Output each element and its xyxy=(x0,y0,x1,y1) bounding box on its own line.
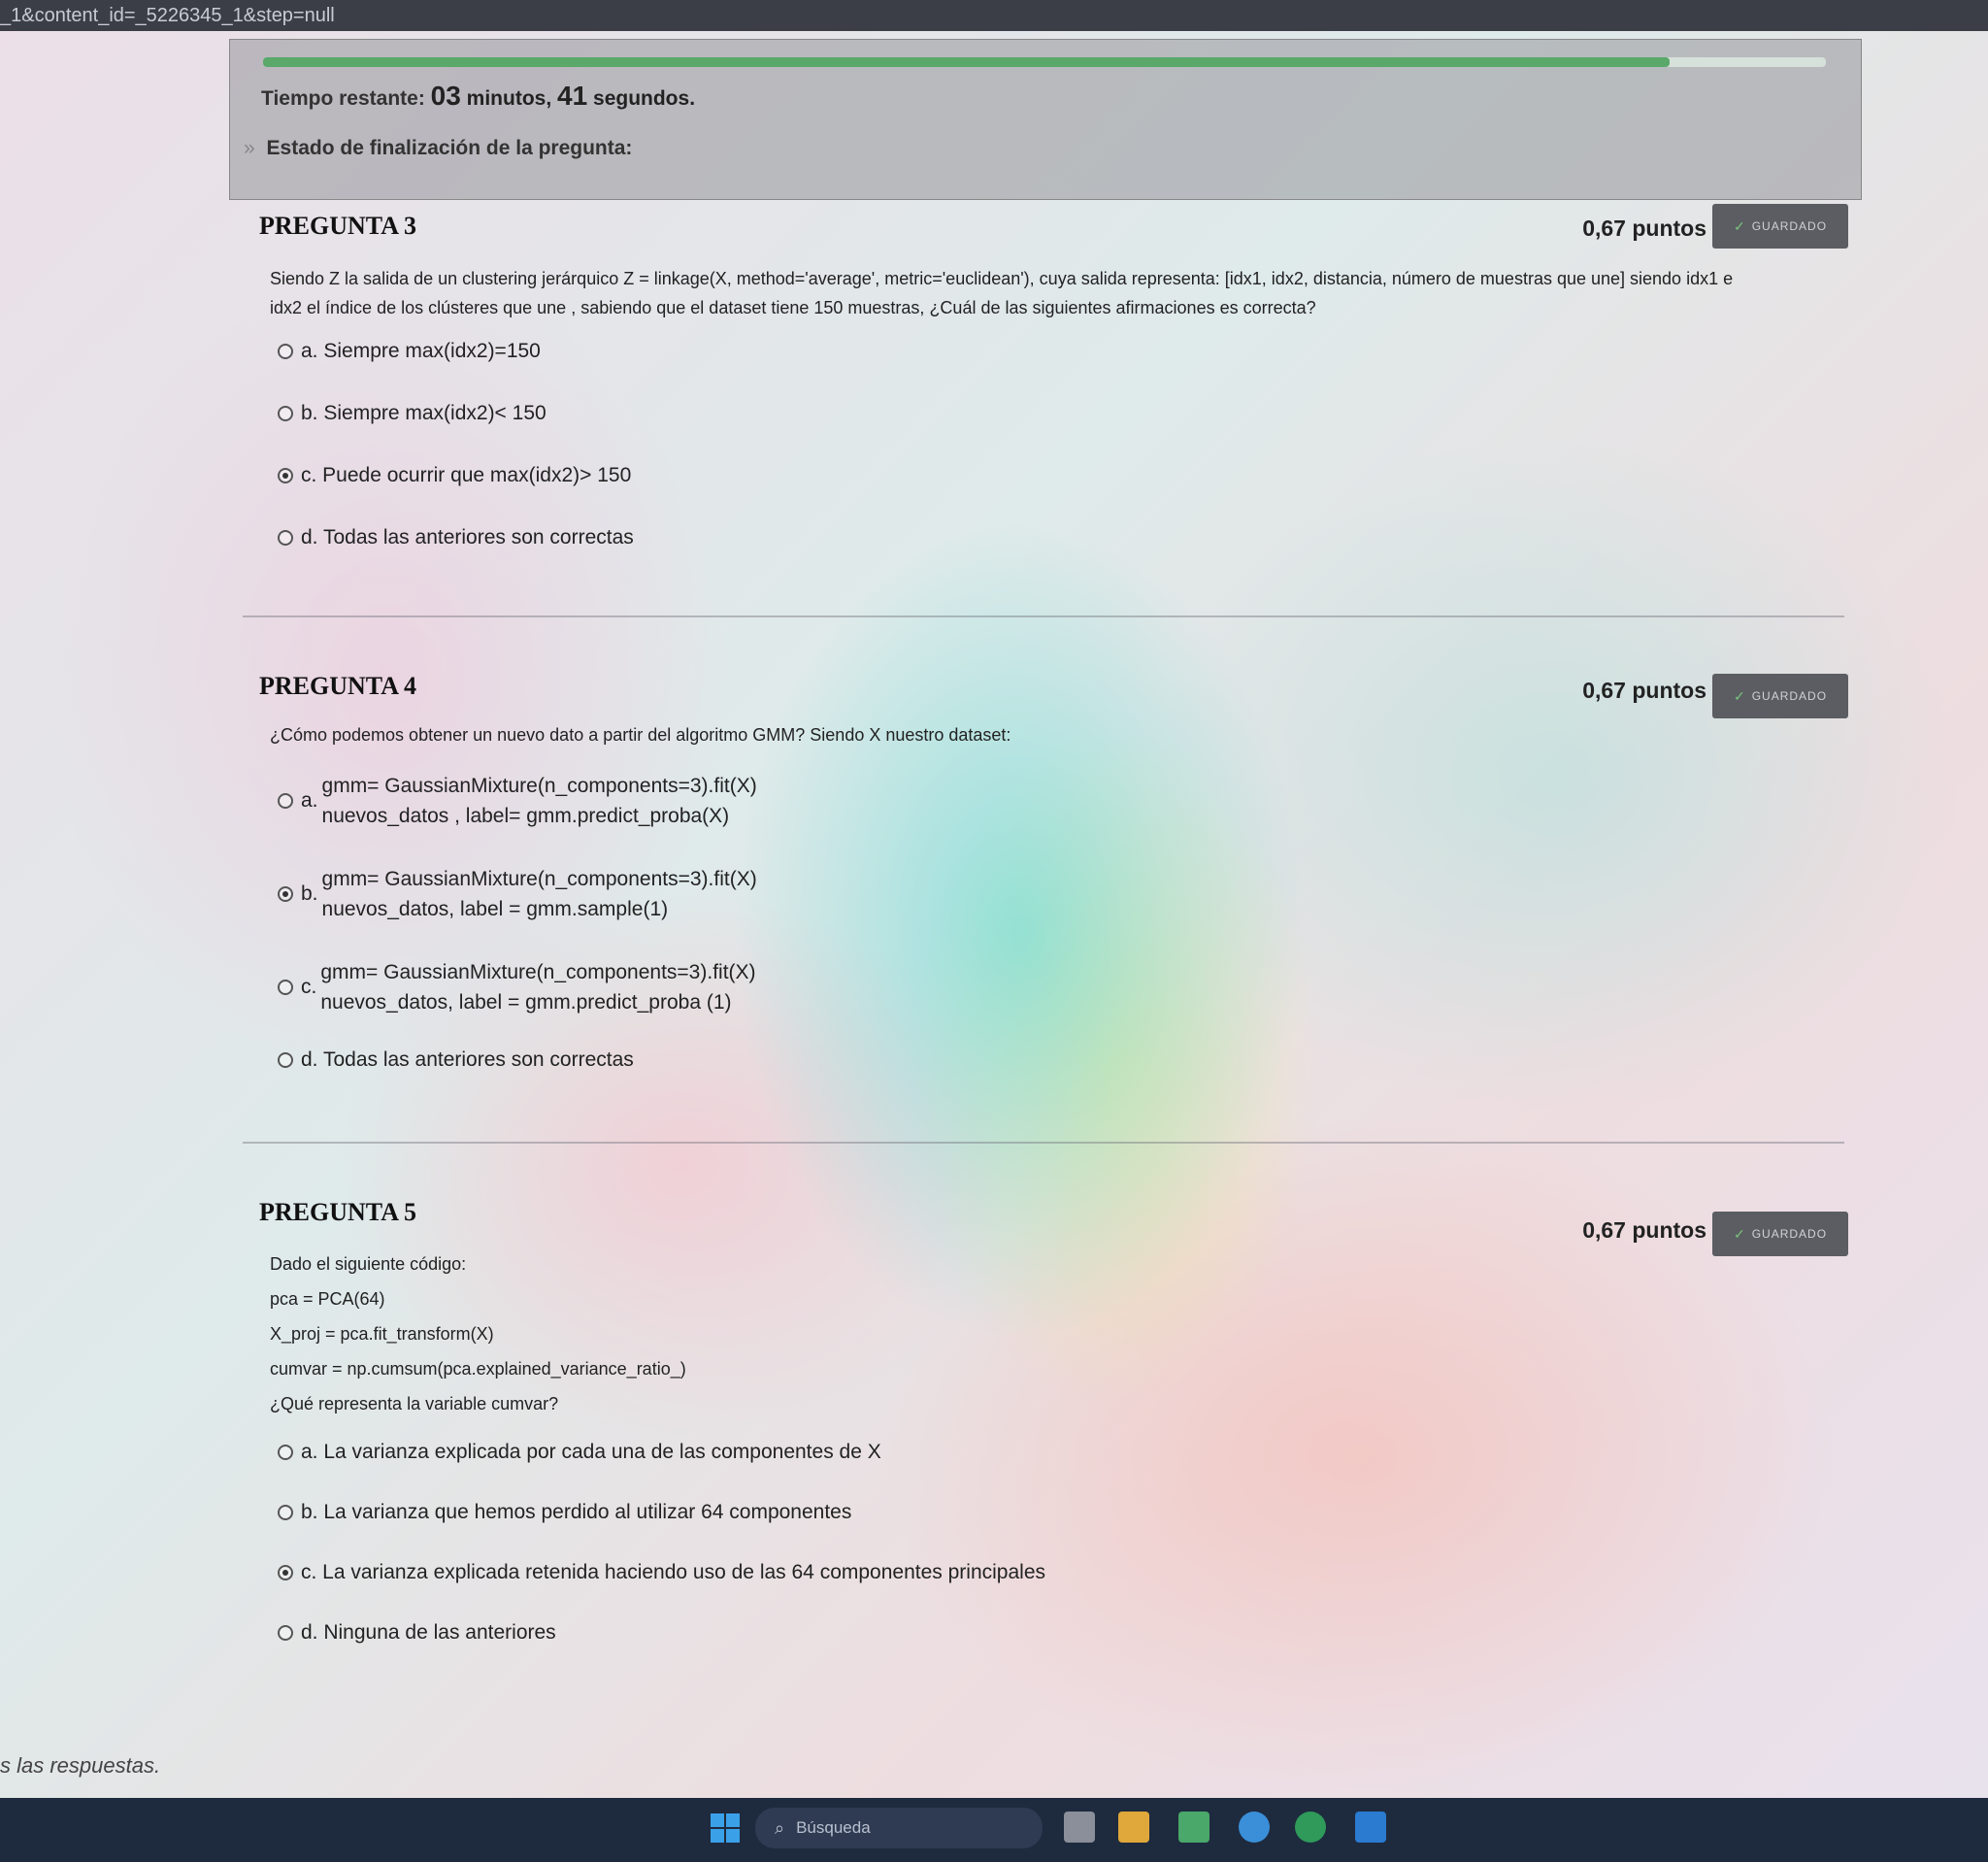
option-a[interactable]: a. La varianza explicada por cada una de… xyxy=(278,1441,881,1464)
question-title: PREGUNTA 4 xyxy=(259,672,417,700)
completion-status-label: Estado de finalización de la pregunta: xyxy=(266,137,633,159)
option-label: d. Todas las anteriores son correctas xyxy=(301,1048,634,1071)
radio-button[interactable] xyxy=(278,530,293,546)
question-points: 0,67 puntos xyxy=(1582,678,1706,703)
option-b[interactable]: b. Siempre max(idx2)< 150 xyxy=(278,402,547,425)
option-code-line-1: gmm= GaussianMixture(n_components=3).fit… xyxy=(321,868,757,890)
questions-area: PREGUNTA 3 0,67 puntos ✓ GUARDADO Siendo… xyxy=(243,198,1854,1712)
saved-badge: ✓ GUARDADO xyxy=(1712,204,1848,249)
question-5: PREGUNTA 5 0,67 puntos ✓ GUARDADO Dado e… xyxy=(243,1184,1854,1709)
timer-panel: Tiempo restante: 03 minutos, 41 segundos… xyxy=(229,39,1862,200)
option-letter: a. xyxy=(301,789,318,812)
time-progress-bar xyxy=(263,57,1826,67)
option-label: a. Siempre max(idx2)=150 xyxy=(301,340,541,362)
question-title: PREGUNTA 3 xyxy=(259,212,417,240)
radio-button[interactable] xyxy=(278,980,293,995)
saved-badge: ✓ GUARDADO xyxy=(1712,1212,1848,1256)
option-label: c. Puede ocurrir que max(idx2)> 150 xyxy=(301,464,632,486)
seconds-value: 41 xyxy=(557,81,588,111)
option-a[interactable]: a. Siempre max(idx2)=150 xyxy=(278,340,541,363)
question-divider xyxy=(243,615,1844,617)
radio-button[interactable] xyxy=(278,793,293,809)
radio-button[interactable] xyxy=(278,1052,293,1068)
taskbar-search[interactable]: ⌕ Búsqueda xyxy=(755,1808,1043,1848)
question-4: PREGUNTA 4 0,67 puntos ✓ GUARDADO ¿Cómo … xyxy=(243,658,1854,1144)
taskbar: ⌕ Búsqueda xyxy=(0,1798,1988,1862)
task-view-icon[interactable] xyxy=(1064,1812,1095,1843)
option-code-line-2: nuevos_datos , label= gmm.predict_proba(… xyxy=(321,805,730,827)
code-line: cumvar = np.cumsum(pca.explained_varianc… xyxy=(270,1359,686,1379)
url-text: _1&content_id=_5226345_1&step=null xyxy=(0,5,335,26)
radio-button[interactable] xyxy=(278,1625,293,1641)
vscode-icon[interactable] xyxy=(1355,1812,1386,1843)
question-text-line-1: Siendo Z la salida de un clustering jerá… xyxy=(270,269,1734,288)
cloud-icon[interactable] xyxy=(1239,1812,1270,1843)
question-points: 0,67 puntos xyxy=(1582,216,1706,241)
question-text-line-2: idx2 el índice de los clústeres que une … xyxy=(270,298,1316,317)
option-d[interactable]: d. Todas las anteriores son correctas xyxy=(278,526,634,549)
option-letter: c. xyxy=(301,976,317,998)
check-icon: ✓ xyxy=(1733,687,1746,704)
option-letter: b. xyxy=(301,882,318,905)
option-label: b. Siempre max(idx2)< 150 xyxy=(301,402,547,424)
radio-button-selected[interactable] xyxy=(278,468,293,483)
chrome-icon[interactable] xyxy=(1295,1812,1326,1843)
option-label: c. La varianza explicada retenida hacien… xyxy=(301,1561,1045,1583)
question-divider xyxy=(243,1142,1844,1144)
option-c[interactable]: c. gmm= GaussianMixture(n_components=3).… xyxy=(278,957,756,1017)
question-prompt: ¿Qué representa la variable cumvar? xyxy=(270,1394,559,1413)
time-remaining-label: Tiempo restante: xyxy=(261,87,425,110)
option-c[interactable]: c. La varianza explicada retenida hacien… xyxy=(278,1561,1045,1584)
option-code-line-1: gmm= GaussianMixture(n_components=3).fit… xyxy=(320,961,756,983)
saved-badge-label: GUARDADO xyxy=(1751,219,1828,233)
option-c[interactable]: c. Puede ocurrir que max(idx2)> 150 xyxy=(278,464,631,487)
option-d[interactable]: d. Ninguna de las anteriores xyxy=(278,1621,556,1645)
option-b[interactable]: b. gmm= GaussianMixture(n_components=3).… xyxy=(278,864,757,924)
windows-start-icon[interactable] xyxy=(711,1813,740,1843)
option-label: a. La varianza explicada por cada una de… xyxy=(301,1441,881,1463)
option-label: d. Ninguna de las anteriores xyxy=(301,1621,556,1644)
saved-badge: ✓ GUARDADO xyxy=(1712,674,1848,718)
option-d[interactable]: d. Todas las anteriores son correctas xyxy=(278,1048,634,1072)
option-a[interactable]: a. gmm= GaussianMixture(n_components=3).… xyxy=(278,771,757,831)
time-remaining: Tiempo restante: 03 minutos, 41 segundos… xyxy=(261,81,695,112)
code-line: pca = PCA(64) xyxy=(270,1289,385,1309)
minutes-value: 03 xyxy=(430,81,461,111)
file-explorer-icon[interactable] xyxy=(1118,1812,1149,1843)
time-progress-fill xyxy=(263,57,1670,67)
taskbar-search-placeholder: Búsqueda xyxy=(796,1818,871,1837)
check-icon: ✓ xyxy=(1733,217,1746,234)
radio-button[interactable] xyxy=(278,1445,293,1460)
radio-button[interactable] xyxy=(278,406,293,421)
option-code-line-2: nuevos_datos, label = gmm.predict_proba … xyxy=(320,991,732,1014)
expand-icon: » xyxy=(244,137,255,159)
radio-button-selected[interactable] xyxy=(278,1565,293,1580)
saved-badge-label: GUARDADO xyxy=(1751,1227,1828,1241)
radio-button-selected[interactable] xyxy=(278,886,293,902)
seconds-word: segundos. xyxy=(593,87,696,110)
question-title: PREGUNTA 5 xyxy=(259,1198,417,1226)
question-3: PREGUNTA 3 0,67 puntos ✓ GUARDADO Siendo… xyxy=(243,198,1854,625)
option-code-line-1: gmm= GaussianMixture(n_components=3).fit… xyxy=(321,775,757,797)
minutes-word: minutos, xyxy=(466,87,552,110)
radio-button[interactable] xyxy=(278,344,293,359)
radio-button[interactable] xyxy=(278,1505,293,1520)
check-icon: ✓ xyxy=(1733,1225,1746,1242)
option-b[interactable]: b. La varianza que hemos perdido al util… xyxy=(278,1501,851,1524)
question-points: 0,67 puntos xyxy=(1582,1217,1706,1243)
saved-badge-label: GUARDADO xyxy=(1751,689,1828,703)
completion-status-toggle[interactable]: » Estado de finalización de la pregunta: xyxy=(244,137,632,160)
footer-note: s las respuestas. xyxy=(0,1753,161,1778)
question-text: Dado el siguiente código: pca = PCA(64) … xyxy=(270,1247,686,1421)
option-label: b. La varianza que hemos perdido al util… xyxy=(301,1501,852,1523)
browser-url-bar[interactable]: _1&content_id=_5226345_1&step=null xyxy=(0,0,1988,31)
option-label: d. Todas las anteriores son correctas xyxy=(301,526,634,549)
question-text: ¿Cómo podemos obtener un nuevo dato a pa… xyxy=(270,725,1011,745)
question-text: Siendo Z la salida de un clustering jerá… xyxy=(270,264,1733,322)
option-code-line-2: nuevos_datos, label = gmm.sample(1) xyxy=(321,898,669,920)
search-icon: ⌕ xyxy=(775,1817,785,1838)
code-intro: Dado el siguiente código: xyxy=(270,1254,467,1274)
store-icon[interactable] xyxy=(1178,1812,1209,1843)
code-line: X_proj = pca.fit_transform(X) xyxy=(270,1324,494,1344)
